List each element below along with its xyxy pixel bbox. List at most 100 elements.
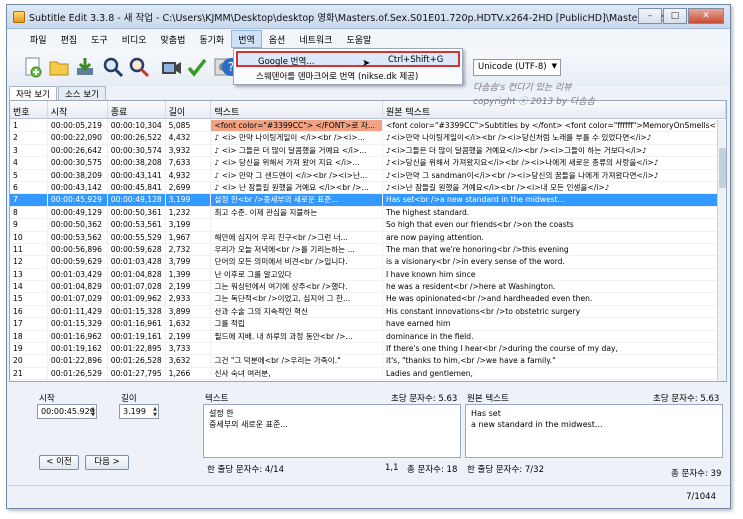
start-time-input[interactable]: 00:00:45.929 ▲ ▼ bbox=[37, 404, 97, 419]
tab-source-view[interactable]: 소스 보기 bbox=[57, 86, 106, 100]
row-duration: 3,733 bbox=[166, 343, 212, 355]
spinner-icon[interactable]: ▲ ▼ bbox=[153, 406, 157, 418]
swedish-danish-translate-item[interactable]: 스웨덴어를 덴마크어로 번역 (nikse.dk 제공) bbox=[236, 68, 460, 84]
row-text: 해안에 심지어 우리 친구<br />그런 너... bbox=[211, 231, 383, 243]
vertical-scrollbar[interactable] bbox=[717, 120, 726, 381]
text-line-length: 한 줄당 문자수: 4/14 bbox=[207, 465, 284, 475]
new-file-icon[interactable] bbox=[21, 56, 45, 80]
duration-input[interactable]: 3.199 ▲ ▼ bbox=[119, 404, 159, 419]
watermark: 다솜솜's 컨디기 있는 리뷰 copyright ⓒ 2013 by 다솜솜 bbox=[473, 81, 673, 109]
menu-network[interactable]: 네트워크 bbox=[292, 30, 339, 48]
row-start: 00:01:07,029 bbox=[48, 293, 108, 305]
row-original-text: are now paying attention. bbox=[383, 231, 726, 243]
menu-bar: 파일 편집 도구 비디오 맞춤법 동기화 번역 옵션 네트워크 도움말 bbox=[7, 30, 730, 48]
subtitle-text-input[interactable]: 설정 한 중세부의 새로운 표준... bbox=[203, 404, 461, 458]
col-text[interactable]: 텍스트 bbox=[211, 101, 383, 118]
table-row[interactable]: 2 00:00:22,090 00:00:26,522 4,432 ♪ <i> 만약 나… bbox=[10, 132, 726, 145]
replace-icon[interactable] bbox=[127, 56, 151, 80]
spinner-icon[interactable]: ▲ ▼ bbox=[91, 406, 95, 418]
scrollbar-thumb[interactable] bbox=[719, 148, 726, 188]
chevron-down-icon: ▼ bbox=[551, 62, 557, 70]
table-row[interactable]: 9 00:00:50,362 00:00:53,561 3,199 So high th… bbox=[10, 219, 726, 232]
menu-edit[interactable]: 편집 bbox=[54, 30, 85, 48]
row-number: 8 bbox=[10, 206, 48, 219]
row-text: 그를 적립 bbox=[211, 318, 383, 330]
row-duration: 3,632 bbox=[166, 355, 212, 367]
minimize-button[interactable]: – bbox=[638, 8, 662, 24]
spell-check-icon[interactable] bbox=[185, 56, 209, 80]
menu-help[interactable]: 도움말 bbox=[339, 30, 378, 48]
row-start: 00:00:26,642 bbox=[48, 144, 108, 157]
menu-options[interactable]: 옵션 bbox=[262, 30, 293, 48]
table-row[interactable]: 4 00:00:30,575 00:00:38,208 7,633 ♪ <i> 당신을 … bbox=[10, 157, 726, 170]
open-folder-icon[interactable] bbox=[47, 56, 71, 80]
row-start: 00:01:26,529 bbox=[48, 367, 108, 380]
row-number: 11 bbox=[10, 243, 48, 256]
menu-file[interactable]: 파일 bbox=[23, 30, 54, 48]
menu-video[interactable]: 비디오 bbox=[115, 30, 154, 48]
table-row[interactable]: 17 00:01:15,329 00:01:16,961 1,632 그를 적립 have… bbox=[10, 318, 726, 331]
table-row[interactable]: 6 00:00:43,142 00:00:45,841 2,699 ♪ <i> 난 잠들… bbox=[10, 181, 726, 195]
table-row[interactable]: 3 00:00:26,642 00:00:30,574 3,932 ♪ <i> 그들은 … bbox=[10, 144, 726, 158]
table-row[interactable]: 19 00:01:19,162 00:01:22,895 3,733 If there'… bbox=[10, 343, 726, 356]
col-start[interactable]: 시작 bbox=[48, 101, 108, 118]
next-button[interactable]: 다음 > bbox=[85, 455, 129, 470]
previous-button[interactable]: < 이전 bbox=[39, 455, 79, 470]
row-start: 00:01:11,429 bbox=[48, 305, 108, 318]
tab-list-view[interactable]: 자막 보기 bbox=[9, 86, 57, 100]
row-start: 00:00:53,562 bbox=[48, 231, 108, 243]
col-end[interactable]: 종료 bbox=[108, 101, 166, 118]
search-icon[interactable] bbox=[101, 56, 125, 80]
watermark-line-1: 다솜솜's 컨디기 있는 리뷰 bbox=[473, 83, 572, 93]
row-start: 00:01:04,829 bbox=[48, 281, 108, 293]
row-duration: 4,932 bbox=[166, 169, 212, 181]
menu-tools[interactable]: 도구 bbox=[84, 30, 115, 48]
row-original-text: he was a resident<br />here at Washingto… bbox=[383, 281, 726, 293]
table-row[interactable]: 1 00:00:05,219 00:00:10,304 5,085 <font colo… bbox=[10, 120, 726, 133]
row-text: ♪ <i> 만약 나이팅게일이 </i><br /><i>... bbox=[211, 132, 383, 144]
col-number[interactable]: 번호 bbox=[10, 101, 48, 118]
table-row[interactable]: 13 00:01:03,429 00:01:04,828 1,399 난 이후로 그를 … bbox=[10, 268, 726, 282]
encoding-select[interactable]: Unicode (UTF-8) ▼ bbox=[473, 59, 561, 76]
row-text: 그는 독단적<br />이었고, 심지어 그 한... bbox=[211, 293, 383, 305]
table-row[interactable]: 20 00:01:22,896 00:01:26,528 3,632 그건 "그 덕분에… bbox=[10, 355, 726, 368]
original-text-box[interactable]: Has set a new standard in the midwest... bbox=[465, 404, 723, 458]
table-row[interactable]: 14 00:01:04,829 00:01:07,028 2,199 그는 워싱턴에서 … bbox=[10, 281, 726, 294]
row-number: 14 bbox=[10, 281, 48, 293]
table-row[interactable]: 18 00:01:16,962 00:01:19,161 2,199 필드에 지배. 내… bbox=[10, 330, 726, 344]
subtitle-grid[interactable]: 번호 시작 종료 길이 텍스트 원본 텍스트 1 00:00:05,219 00:0… bbox=[9, 100, 727, 382]
text-cps-label: 초당 문자수: 5.63 bbox=[391, 394, 458, 404]
translate-dropdown: Google 번역... ➤ Ctrl+Shift+G 스웨덴어를 덴마크어로 … bbox=[233, 48, 463, 85]
row-end: 00:00:30,574 bbox=[108, 144, 166, 157]
original-cps-label: 초당 문자수: 5.63 bbox=[653, 394, 720, 404]
table-row[interactable]: 12 00:00:59,629 00:01:03,428 3,799 단어의 모든 의미… bbox=[10, 256, 726, 269]
table-row[interactable]: 11 00:00:56,896 00:00:59,628 2,732 우리가 오늘 저녁… bbox=[10, 243, 726, 257]
start-label: 시작 bbox=[39, 394, 55, 404]
download-icon[interactable] bbox=[73, 56, 97, 80]
table-row[interactable]: 21 00:01:26,529 00:01:27,795 1,266 신사 숙녀 여러분… bbox=[10, 367, 726, 381]
row-start: 00:01:22,896 bbox=[48, 355, 108, 367]
table-row[interactable]: 16 00:01:11,429 00:01:15,328 3,899 산과 수술 그의 … bbox=[10, 305, 726, 319]
table-row[interactable]: 15 00:01:07,029 00:01:09,962 2,933 그는 독단적<br… bbox=[10, 293, 726, 306]
table-row[interactable]: 7 00:00:45,929 00:00:49,128 3,199 설정 한<br />… bbox=[10, 194, 726, 207]
title-bar[interactable]: Subtitle Edit 3.3.8 - 새 작업 - C:\Users\KJ… bbox=[7, 5, 730, 29]
row-start: 00:00:50,362 bbox=[48, 219, 108, 231]
col-duration[interactable]: 길이 bbox=[166, 101, 212, 118]
row-duration: 7,633 bbox=[166, 157, 212, 169]
menu-spellcheck[interactable]: 맞춤법 bbox=[154, 30, 193, 48]
row-duration: 5,085 bbox=[166, 120, 212, 132]
menu-sync[interactable]: 동기화 bbox=[192, 30, 231, 48]
window-title: Subtitle Edit 3.3.8 - 새 작업 - C:\Users\KJ… bbox=[29, 13, 669, 24]
table-row[interactable]: 10 00:00:53,562 00:00:55,529 1,967 해안에 심지어 우… bbox=[10, 231, 726, 244]
close-button[interactable]: ✕ bbox=[688, 8, 724, 24]
table-row[interactable]: 5 00:00:38,209 00:00:43,141 4,932 ♪ <i> 만약 그… bbox=[10, 169, 726, 182]
row-text: ♪ <i> 난 잠들길 원했을 거예요 </i><br />... bbox=[211, 181, 383, 194]
maximize-button[interactable]: □ bbox=[663, 8, 687, 24]
table-row[interactable]: 8 00:00:49,129 00:00:50,361 1,232 최고 수준. 이제 … bbox=[10, 206, 726, 220]
menu-translate[interactable]: 번역 bbox=[231, 30, 262, 48]
visual-sync-icon[interactable] bbox=[159, 56, 183, 80]
row-text: ♪ <i> 그들은 더 많이 달콤했을 거예요 </i>... bbox=[211, 144, 383, 157]
row-number: 4 bbox=[10, 157, 48, 169]
row-text: 그는 워싱턴에서 여기에 상주<br />했다. bbox=[211, 281, 383, 293]
google-translate-item[interactable]: Google 번역... ➤ Ctrl+Shift+G bbox=[236, 51, 460, 69]
